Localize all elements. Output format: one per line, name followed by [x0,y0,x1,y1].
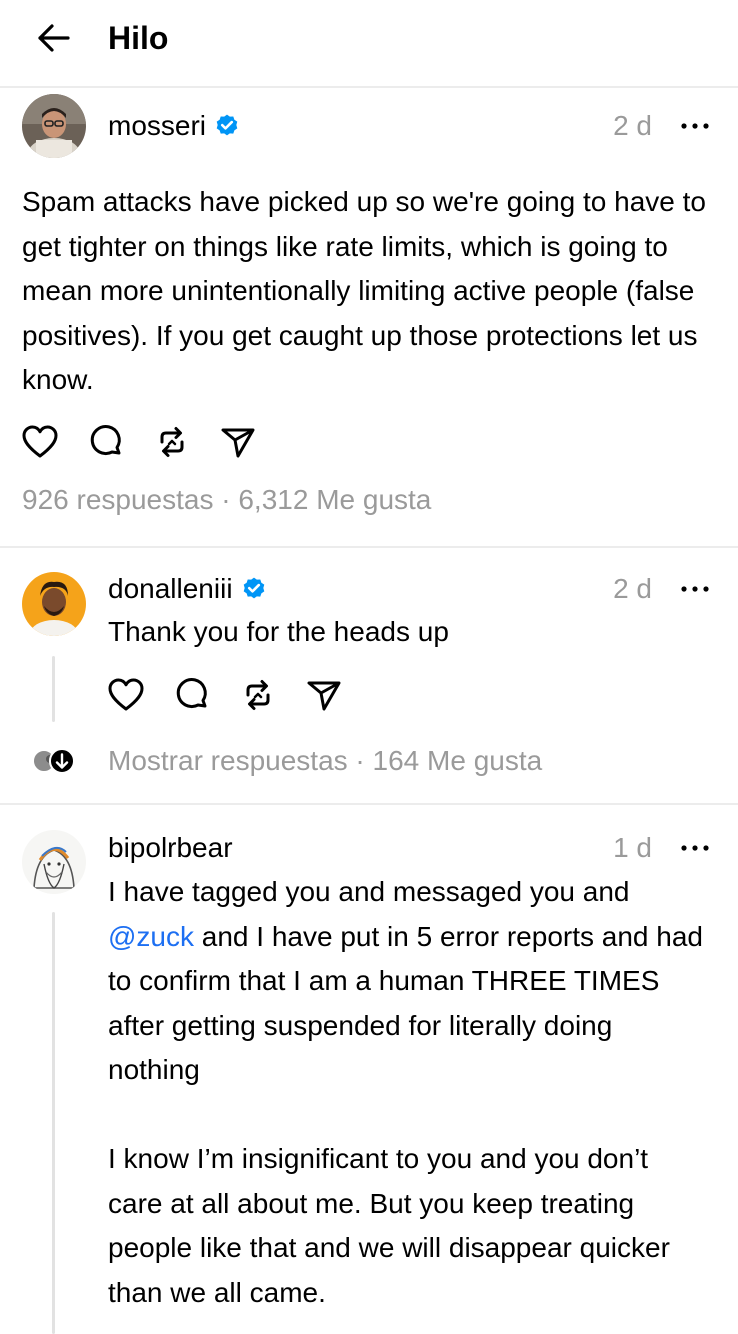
more-icon [681,586,709,592]
reply-text: I have tagged you and messaged you and @… [108,870,708,1315]
replies-count[interactable]: 926 respuestas [22,484,213,515]
stats-separator: · [355,745,365,776]
arrow-left-icon [38,24,70,52]
likes-count[interactable]: 6,312 Me gusta [238,484,431,515]
reply-text-part1: I have tagged you and messaged you and [108,876,630,907]
comment-button[interactable] [86,422,152,462]
avatar-bipolrbear[interactable] [22,830,86,894]
reply-divider [0,803,738,805]
reply-text-part2: and I have put in 5 error reports and ha… [108,920,703,1308]
verified-icon [214,113,240,139]
repost-button[interactable] [238,675,304,715]
post-text: Spam attacks have picked up so we're goi… [22,186,714,395]
more-options-button[interactable] [676,830,716,866]
thread-line [52,656,55,722]
like-button[interactable] [106,675,172,715]
share-icon [221,428,255,458]
heart-icon [108,678,144,711]
top-bar: Hilo [0,0,738,86]
comment-icon [176,678,207,709]
share-icon [307,681,341,711]
more-options-button[interactable] [676,108,716,144]
repost-icon [246,680,270,710]
comment-icon [90,425,121,456]
reply-avatars-stack[interactable] [28,744,78,778]
reply-author: bipolrbear [108,830,233,866]
reply-time: 2 d [613,573,652,604]
like-button[interactable] [20,422,86,462]
reply-text: Thank you for the heads up [108,616,449,647]
post-actions [20,422,284,462]
reply-time: 1 d [613,832,652,863]
more-icon [681,845,709,851]
username[interactable]: donalleniii [108,571,233,607]
username[interactable]: bipolrbear [108,830,233,866]
post-divider [0,546,738,548]
reply-stats: Mostrar respuestas · 164 Me gusta [108,743,542,779]
more-icon [681,123,709,129]
thread-line [52,912,55,1334]
repost-icon [160,427,184,457]
username[interactable]: mosseri [108,108,206,144]
page-title: Hilo [108,20,169,56]
share-button[interactable] [304,675,370,715]
show-replies-link[interactable]: Mostrar respuestas [108,745,348,776]
stats-separator: · [221,484,231,515]
share-button[interactable] [218,422,284,462]
avatar-donalleniii[interactable] [22,572,86,636]
reply-author: donalleniii [108,571,267,607]
likes-count[interactable]: 164 Me gusta [373,745,543,776]
post-time: 2 d [613,110,652,141]
mention-link[interactable]: @zuck [108,921,194,952]
header-divider [0,86,738,88]
verified-icon [241,576,267,602]
repost-button[interactable] [152,422,218,462]
post-stats: 926 respuestas · 6,312 Me gusta [22,482,431,518]
comment-button[interactable] [172,675,238,715]
avatar-mosseri[interactable] [22,94,86,158]
reply-actions [106,675,370,715]
heart-icon [22,425,58,458]
back-button[interactable] [28,16,80,60]
more-options-button[interactable] [676,571,716,607]
post-author: mosseri [108,108,240,144]
